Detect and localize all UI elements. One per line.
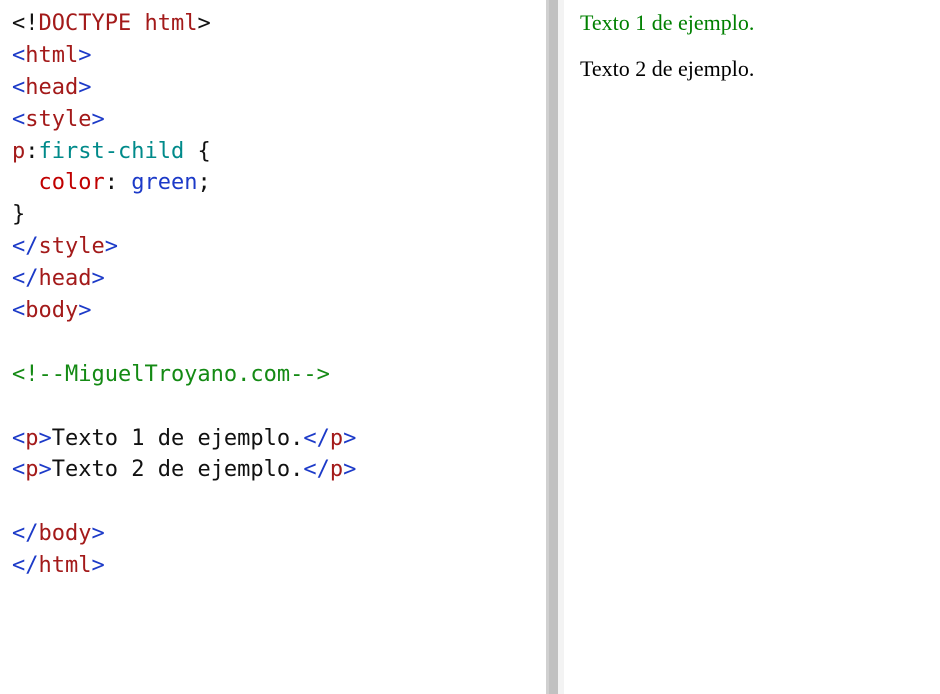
code-token: ; xyxy=(197,170,210,195)
code-line: <html> xyxy=(12,40,534,72)
split-view: <!DOCTYPE html><html><head><style>p:firs… xyxy=(0,0,940,694)
code-token: > xyxy=(91,107,104,132)
code-token: > xyxy=(39,457,52,482)
pane-divider[interactable] xyxy=(546,0,564,694)
code-line: p:first-child { xyxy=(12,136,534,168)
code-line: <body> xyxy=(12,295,534,327)
code-token: < xyxy=(12,75,25,100)
code-token: p xyxy=(25,457,38,482)
code-token: > xyxy=(91,521,104,546)
code-line: </html> xyxy=(12,550,534,582)
code-line: </head> xyxy=(12,263,534,295)
code-token: < xyxy=(12,298,25,323)
preview-paragraph-1: Texto 1 de ejemplo. xyxy=(580,10,924,36)
code-token: </ xyxy=(12,266,39,291)
code-token: : xyxy=(105,170,132,195)
code-token: > xyxy=(343,457,356,482)
code-token xyxy=(131,11,144,36)
code-token: first-child xyxy=(39,139,185,164)
code-line: </style> xyxy=(12,231,534,263)
code-line xyxy=(12,391,534,423)
code-line xyxy=(12,486,534,518)
code-token: Texto 2 de ejemplo. xyxy=(52,457,304,482)
code-token: > xyxy=(343,426,356,451)
code-token: body xyxy=(39,521,92,546)
code-token: html xyxy=(39,553,92,578)
code-token: p xyxy=(12,139,25,164)
code-token: DOCTYPE xyxy=(39,11,132,36)
code-line: <p>Texto 1 de ejemplo.</p> xyxy=(12,423,534,455)
code-token: body xyxy=(25,298,78,323)
code-token: </ xyxy=(12,234,39,259)
code-token: > xyxy=(91,553,104,578)
code-token: > xyxy=(78,298,91,323)
code-token: > xyxy=(197,11,210,36)
code-token: <!--MiguelTroyano.com--> xyxy=(12,362,330,387)
preview-pane: Texto 1 de ejemplo. Texto 2 de ejemplo. xyxy=(564,0,940,694)
code-token: > xyxy=(105,234,118,259)
code-token: < xyxy=(12,43,25,68)
code-token: p xyxy=(25,426,38,451)
code-token: < xyxy=(12,107,25,132)
code-token: head xyxy=(25,75,78,100)
code-token: } xyxy=(12,202,25,227)
code-line: <!--MiguelTroyano.com--> xyxy=(12,359,534,391)
code-token: html xyxy=(144,11,197,36)
code-token: style xyxy=(39,234,105,259)
code-line: color: green; xyxy=(12,167,534,199)
code-token: < xyxy=(12,457,25,482)
code-line: } xyxy=(12,199,534,231)
code-token: p xyxy=(330,457,343,482)
code-line: </body> xyxy=(12,518,534,550)
code-line xyxy=(12,327,534,359)
code-token: > xyxy=(91,266,104,291)
code-token: Texto 1 de ejemplo. xyxy=(52,426,304,451)
code-token: style xyxy=(25,107,91,132)
code-token: > xyxy=(78,75,91,100)
code-token: green xyxy=(131,170,197,195)
code-line: <!DOCTYPE html> xyxy=(12,8,534,40)
code-token: > xyxy=(78,43,91,68)
code-line: <p>Texto 2 de ejemplo.</p> xyxy=(12,454,534,486)
code-line: <style> xyxy=(12,104,534,136)
code-token: </ xyxy=(12,553,39,578)
code-pane: <!DOCTYPE html><html><head><style>p:firs… xyxy=(0,0,546,694)
code-token xyxy=(12,170,39,195)
code-token: > xyxy=(39,426,52,451)
code-token: : xyxy=(25,139,38,164)
code-token: </ xyxy=(303,426,330,451)
preview-paragraph-2: Texto 2 de ejemplo. xyxy=(580,56,924,82)
code-token xyxy=(184,139,197,164)
code-token: < xyxy=(12,426,25,451)
code-token: </ xyxy=(12,521,39,546)
code-line: <head> xyxy=(12,72,534,104)
code-token: p xyxy=(330,426,343,451)
code-token: <! xyxy=(12,11,39,36)
code-token: head xyxy=(39,266,92,291)
code-token: { xyxy=(197,139,210,164)
code-token: </ xyxy=(303,457,330,482)
code-token: color xyxy=(39,170,105,195)
code-token: html xyxy=(25,43,78,68)
